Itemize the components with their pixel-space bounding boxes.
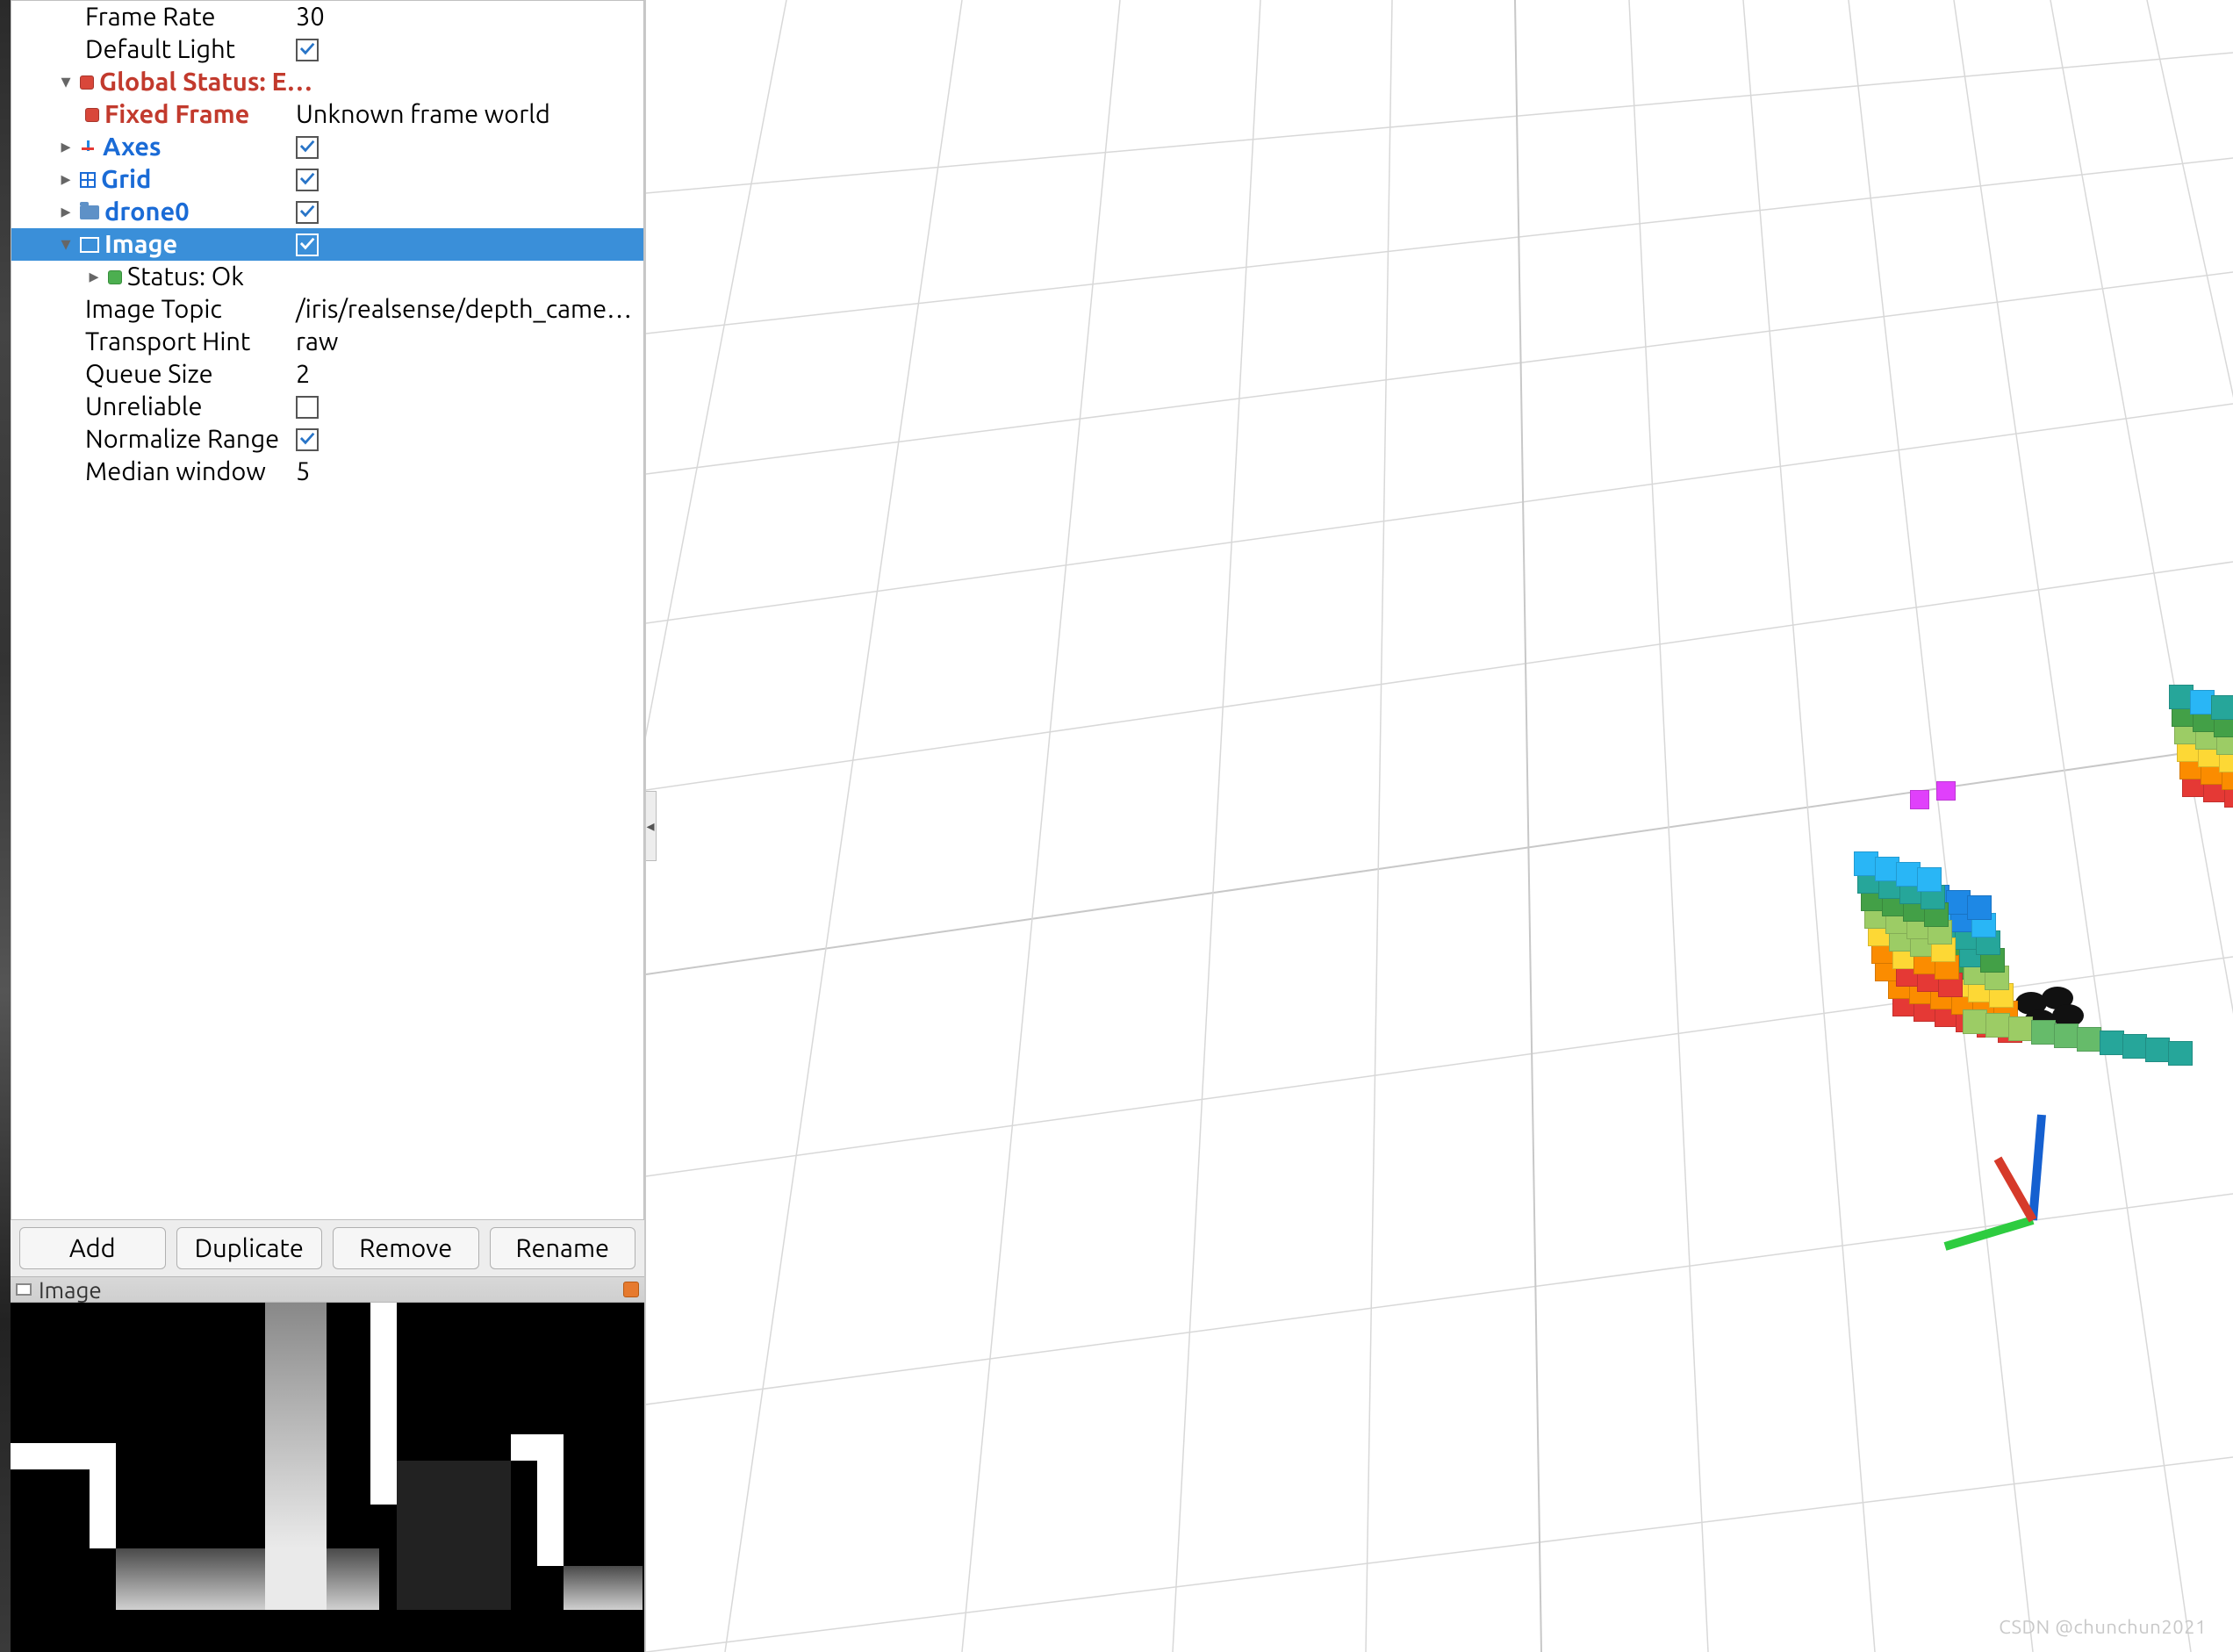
tree-row-global-status-e-[interactable]: ▾ Global Status: E… (11, 66, 643, 98)
expand-arrow-icon[interactable]: ▸ (57, 167, 75, 191)
image-icon (80, 237, 99, 253)
tree-value: Unknown frame world (296, 98, 550, 131)
rename-button[interactable]: Rename (490, 1227, 636, 1269)
image-dock-title: Image (39, 1277, 102, 1303)
visibility-checkbox[interactable] (296, 428, 319, 451)
tree-label: Status: Ok (127, 261, 244, 293)
tree-value: raw (296, 326, 338, 358)
tree-row-transport-hint[interactable]: Transport Hint raw (11, 326, 643, 358)
tree-row-queue-size[interactable]: Queue Size 2 (11, 358, 643, 391)
tree-value: 5 (296, 456, 310, 488)
tree-label: Normalize Range (85, 423, 279, 456)
depth-image (11, 1303, 644, 1652)
tree-label: drone0 (104, 196, 190, 228)
visibility-checkbox[interactable] (296, 396, 319, 419)
tree-label: Global Status: E… (99, 66, 312, 98)
tree-label: Image Topic (85, 293, 222, 326)
expand-arrow-icon[interactable]: ▸ (57, 199, 75, 224)
folder-icon (80, 205, 99, 219)
expand-arrow-icon[interactable]: ▾ (57, 232, 75, 256)
tree-row-drone0[interactable]: ▸ drone0 (11, 196, 643, 228)
image-dock-view[interactable] (11, 1303, 644, 1652)
launcher-edge (0, 0, 11, 1652)
tree-value: 30 (296, 1, 325, 33)
visibility-checkbox[interactable] (296, 201, 319, 224)
tree-row-image[interactable]: ▾ Image (11, 228, 643, 261)
tree-row-image-topic[interactable]: Image Topic/iris/realsense/depth_came… (11, 293, 643, 326)
tree-value: /iris/realsense/depth_came… (296, 293, 632, 326)
tree-row-grid[interactable]: ▸ Grid (11, 163, 643, 196)
tree-label: Default Light (85, 33, 235, 66)
error-status-icon (80, 75, 94, 90)
tree-label: Queue Size (85, 358, 213, 391)
tree-label: Median window (85, 456, 266, 488)
close-icon[interactable] (623, 1282, 639, 1297)
duplicate-button[interactable]: Duplicate (176, 1227, 323, 1269)
app-root: Frame Rate 30 Default Light ▾ Global Status:… (0, 0, 2233, 1652)
tree-row-normalize-range[interactable]: Normalize Range (11, 423, 643, 456)
visibility-checkbox[interactable] (296, 169, 319, 191)
expand-arrow-icon[interactable]: ▸ (57, 134, 75, 159)
axes-icon (80, 139, 97, 156)
tree-row-default-light[interactable]: Default Light (11, 33, 643, 66)
expand-arrow-icon[interactable]: ▾ (57, 69, 75, 94)
ok-status-icon (108, 270, 122, 284)
panel-collapse-handle[interactable]: ◂ (646, 791, 657, 861)
tree-label: Axes (103, 131, 162, 163)
error-status-icon (85, 108, 99, 122)
watermark: CSDN @chunchun2021 (1999, 1616, 2207, 1638)
axes-gizmo (1936, 1106, 2129, 1264)
tree-value: 2 (296, 358, 310, 391)
tree-label: Grid (101, 163, 151, 196)
grid-plane (646, 0, 2233, 1652)
panel-button-bar: Add Duplicate Remove Rename (11, 1220, 644, 1276)
expand-arrow-icon[interactable]: ▸ (85, 264, 103, 289)
visibility-checkbox[interactable] (296, 233, 319, 256)
tree-row-median-window[interactable]: Median window 5 (11, 456, 643, 488)
tree-label: Unreliable (85, 391, 202, 423)
side-panel: Frame Rate 30 Default Light ▾ Global Status:… (11, 0, 646, 1652)
tree-label: Transport Hint (85, 326, 250, 358)
3d-viewport[interactable]: ◂ (646, 0, 2233, 1652)
tree-row-frame-rate[interactable]: Frame Rate 30 (11, 1, 643, 33)
image-icon (16, 1283, 32, 1296)
tree-row-fixed-frame[interactable]: Fixed Frame Unknown frame world (11, 98, 643, 131)
tree-label: Fixed Frame (104, 98, 249, 131)
add-button[interactable]: Add (19, 1227, 166, 1269)
visibility-checkbox[interactable] (296, 39, 319, 61)
tree-row-status-ok[interactable]: ▸ Status: Ok (11, 261, 643, 293)
tree-row-axes[interactable]: ▸ Axes (11, 131, 643, 163)
remove-button[interactable]: Remove (333, 1227, 479, 1269)
displays-tree[interactable]: Frame Rate 30 Default Light ▾ Global Status:… (11, 0, 644, 1220)
tree-row-unreliable[interactable]: Unreliable (11, 391, 643, 423)
tree-label: Image (104, 228, 177, 261)
visibility-checkbox[interactable] (296, 136, 319, 159)
image-dock-titlebar[interactable]: Image (11, 1276, 644, 1303)
tree-label: Frame Rate (85, 1, 216, 33)
grid-icon (80, 172, 96, 188)
